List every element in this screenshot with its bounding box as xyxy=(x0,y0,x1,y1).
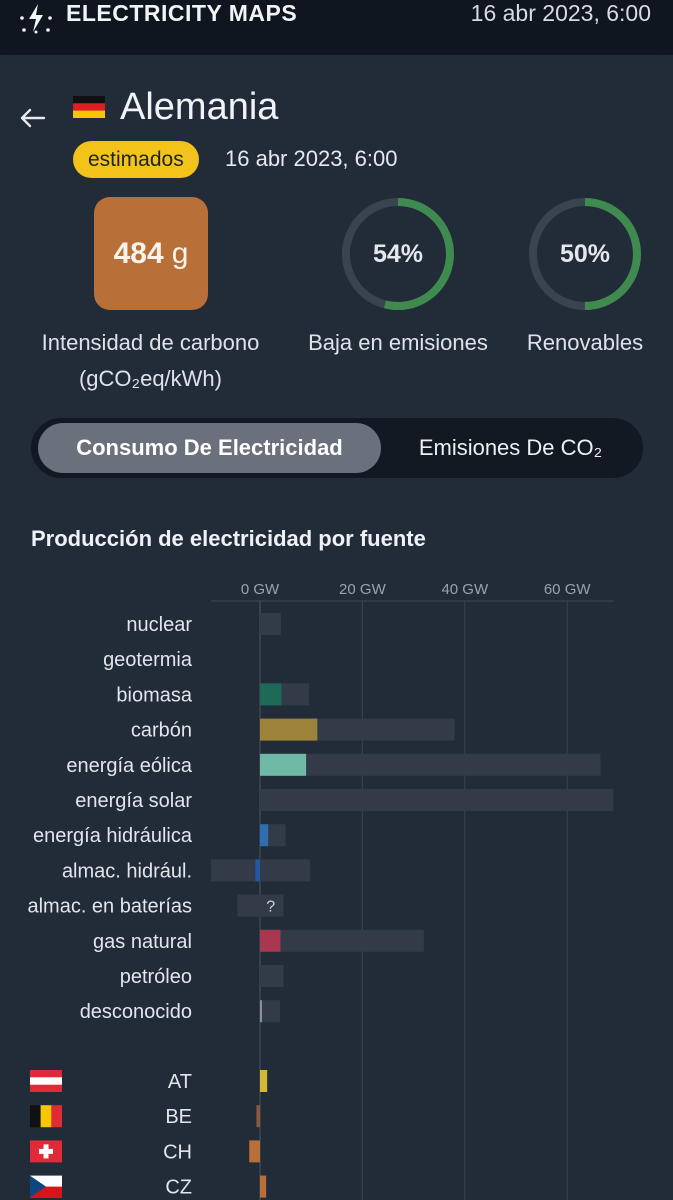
header-datetime[interactable]: 16 abr 2023, 6:00 xyxy=(471,0,651,27)
renewable-value: 50% xyxy=(559,239,611,268)
source-label: energía hidráulica xyxy=(33,825,193,847)
production-bar[interactable] xyxy=(260,683,282,706)
lightning-logo-icon xyxy=(20,4,52,34)
low-carbon-label: Baja en emisiones xyxy=(308,330,488,355)
toggle-electricity-consumption[interactable]: Consumo De Electricidad xyxy=(38,423,381,473)
capacity-bar[interactable] xyxy=(260,965,284,987)
source-label: petróleo xyxy=(120,966,192,988)
exchange-bar[interactable] xyxy=(249,1140,260,1163)
zone-datetime: 16 abr 2023, 6:00 xyxy=(225,146,398,171)
carbon-intensity-label-line1: Intensidad de carbono xyxy=(41,330,260,355)
production-section-title: Producción de electricidad por fuente xyxy=(31,526,426,551)
source-label: energía solar xyxy=(75,790,192,812)
capacity-bar[interactable] xyxy=(260,753,601,776)
app-name: ELECTRICITY MAPS xyxy=(66,0,298,26)
source-label: energía eólica xyxy=(66,755,193,777)
exchange-bar[interactable] xyxy=(260,1070,268,1092)
carbon-intensity-unit: g xyxy=(171,236,189,270)
source-label: desconocido xyxy=(80,1001,192,1023)
capacity-bar[interactable] xyxy=(260,1000,280,1023)
source-label: almac. hidrául. xyxy=(62,860,192,882)
exchange-bar[interactable] xyxy=(260,1175,267,1198)
germany-flag-icon xyxy=(73,96,105,118)
carbon-intensity-label: Intensidad de carbono (gCO₂eq/kWh) xyxy=(18,330,283,392)
source-label: almac. en baterías xyxy=(27,896,192,918)
belgium-flag-icon xyxy=(30,1105,62,1128)
zone-name: Alemania xyxy=(120,86,279,128)
production-chart: 0 GW 20 GW 40 GW 60 GW nuclear geotermia bioma… xyxy=(27,581,614,1200)
capacity-bar[interactable] xyxy=(260,929,424,952)
exchange-label: CH xyxy=(163,1141,192,1163)
production-bar[interactable] xyxy=(260,753,307,776)
source-label: geotermia xyxy=(103,649,193,671)
axis-tick-label: 40 GW xyxy=(441,581,489,598)
source-label: carbón xyxy=(131,720,192,742)
low-carbon-value: 54% xyxy=(372,239,424,268)
austria-flag-icon xyxy=(30,1070,62,1092)
axis-tick-label: 20 GW xyxy=(339,581,387,598)
czech-flag-icon xyxy=(30,1175,62,1198)
capacity-bar[interactable] xyxy=(260,789,614,811)
top-bar: ELECTRICITY MAPS 16 abr 2023, 6:00 xyxy=(0,0,673,55)
carbon-intensity-box: 484 g xyxy=(94,197,208,310)
view-toggle: Consumo De Electricidad Emisiones De CO₂ xyxy=(31,418,643,478)
axis-tick-label: 0 GW xyxy=(241,581,280,598)
source-label: nuclear xyxy=(126,614,192,636)
carbon-intensity-value: 484 xyxy=(113,236,164,270)
capacity-bar[interactable] xyxy=(260,613,281,635)
renewable-label: Renovables xyxy=(526,330,644,355)
source-label: biomasa xyxy=(116,684,192,706)
exchange-label: CZ xyxy=(165,1177,192,1199)
unknown-value-mark: ? xyxy=(266,899,275,916)
back-arrow-icon[interactable] xyxy=(18,103,48,133)
carbon-intensity-label-line2: (gCO₂eq/kWh) xyxy=(78,366,222,391)
capacity-bar[interactable] xyxy=(210,859,311,882)
toggle-co2-emissions[interactable]: Emisiones De CO₂ xyxy=(383,423,638,473)
production-bar[interactable] xyxy=(260,824,269,847)
capacity-bar[interactable] xyxy=(237,894,284,917)
switzerland-flag-icon xyxy=(30,1140,62,1163)
estimated-badge[interactable]: estimados xyxy=(73,141,199,178)
production-bar[interactable] xyxy=(260,718,318,741)
exchange-label: AT xyxy=(168,1071,192,1093)
exchange-bar[interactable] xyxy=(256,1105,260,1128)
production-bar[interactable] xyxy=(255,859,260,882)
axis-tick-label: 60 GW xyxy=(544,581,592,598)
exchange-label: BE xyxy=(165,1106,192,1128)
source-label: gas natural xyxy=(93,931,192,953)
production-bar[interactable] xyxy=(260,1000,262,1023)
production-bar[interactable] xyxy=(260,929,281,952)
